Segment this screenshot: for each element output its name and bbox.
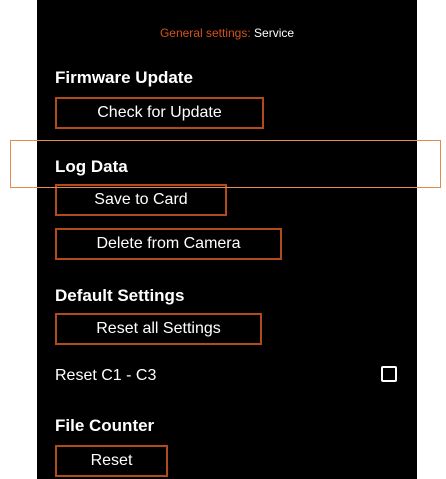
reset-c1-c3-label: Reset C1 - C3 bbox=[55, 367, 157, 384]
service-settings-panel: General settings: Service Firmware Updat… bbox=[37, 0, 417, 479]
reset-file-counter-button[interactable]: Reset bbox=[55, 445, 168, 477]
firmware-update-title: Firmware Update bbox=[55, 68, 193, 87]
save-to-card-button[interactable]: Save to Card bbox=[55, 184, 227, 216]
reset-all-settings-button[interactable]: Reset all Settings bbox=[55, 313, 262, 345]
breadcrumb-parent: General settings: bbox=[159, 26, 251, 40]
breadcrumb: General settings: Service bbox=[37, 26, 417, 40]
check-for-update-button[interactable]: Check for Update bbox=[55, 97, 264, 129]
file-counter-title: File Counter bbox=[55, 416, 155, 435]
default-settings-title: Default Settings bbox=[55, 286, 185, 305]
delete-from-camera-button[interactable]: Delete from Camera bbox=[55, 228, 282, 260]
reset-c1-c3-checkbox[interactable] bbox=[381, 366, 397, 382]
breadcrumb-current: Service bbox=[254, 26, 295, 40]
log-data-title: Log Data bbox=[55, 157, 128, 176]
